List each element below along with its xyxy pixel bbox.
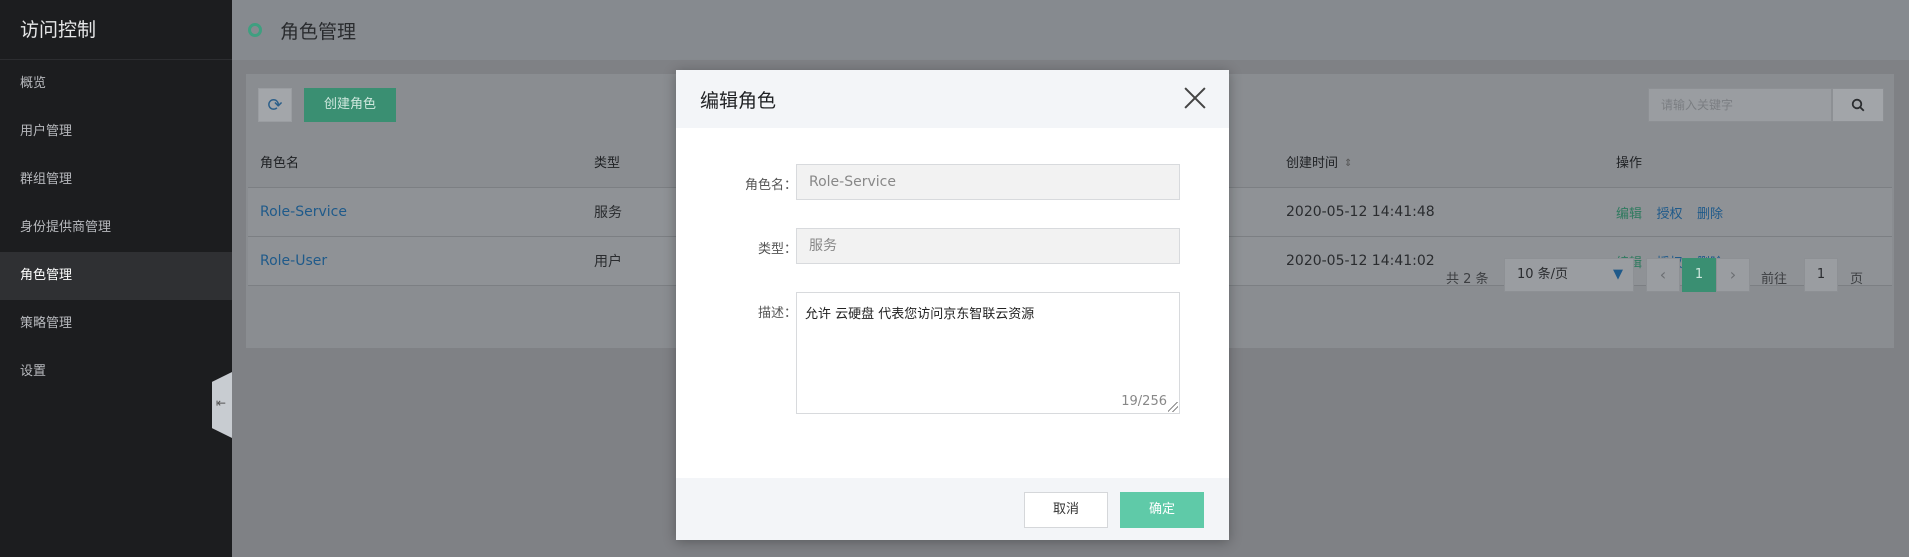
type-field: 服务 <box>796 228 1180 264</box>
cancel-button[interactable]: 取消 <box>1024 492 1108 528</box>
close-icon[interactable] <box>1183 86 1207 110</box>
sidebar-item-roles[interactable]: 角色管理 <box>0 252 232 300</box>
role-type: 服务 <box>594 205 622 221</box>
page-size-value: 10 条/页 <box>1517 267 1569 282</box>
refresh-button[interactable]: ⟳ <box>258 88 292 122</box>
row-actions: 编辑 授权 删除 <box>1616 203 1733 222</box>
role-name-link[interactable]: Role-Service <box>260 204 347 220</box>
edit-role-dialog: 编辑角色 角色名： Role-Service 类型： 服务 描述： 允许 云硬盘… <box>676 70 1229 540</box>
col-header-created-label: 创建时间 <box>1286 156 1339 171</box>
dialog-title: 编辑角色 <box>700 89 777 112</box>
page-title: 角色管理 <box>280 20 357 43</box>
role-name-label: 角色名： <box>744 178 797 193</box>
sidebar-item-policies[interactable]: 策略管理 <box>0 300 232 348</box>
type-label: 类型： <box>757 242 797 257</box>
header-dot-icon <box>248 23 262 37</box>
delete-link[interactable]: 删除 <box>1697 207 1723 222</box>
description-label: 描述： <box>757 306 797 321</box>
grant-link[interactable]: 授权 <box>1656 207 1682 222</box>
description-value: 允许 云硬盘 代表您访问京东智联云资源 <box>805 307 1035 322</box>
col-header-ops: 操作 <box>1616 156 1643 171</box>
sidebar-item-groups[interactable]: 群组管理 <box>0 156 232 204</box>
prev-page-button[interactable]: ‹ <box>1646 258 1680 292</box>
sidebar-item-users[interactable]: 用户管理 <box>0 108 232 156</box>
resize-handle[interactable] <box>1168 402 1178 412</box>
search-input[interactable]: 请输入关键字 <box>1648 88 1832 122</box>
create-role-button[interactable]: 创建角色 <box>304 88 396 122</box>
search-icon <box>1851 98 1865 112</box>
collapse-icon: ⇤ <box>216 396 227 410</box>
sidebar-item-identity-providers[interactable]: 身份提供商管理 <box>0 204 232 252</box>
col-header-type: 类型 <box>594 156 621 171</box>
sidebar: 访问控制 概览 用户管理 群组管理 身份提供商管理 角色管理 策略管理 设置 <box>0 0 232 557</box>
goto-page-input[interactable]: 1 <box>1804 258 1838 292</box>
sort-icon[interactable]: ⇕ <box>1344 158 1352 169</box>
page-size-select[interactable]: 10 条/页 ▼ <box>1504 258 1634 292</box>
next-page-button[interactable]: › <box>1716 258 1750 292</box>
refresh-icon: ⟳ <box>267 94 283 116</box>
page-number-button[interactable]: 1 <box>1682 258 1716 292</box>
chevron-left-icon: ‹ <box>1659 265 1667 284</box>
sidebar-collapse-toggle[interactable]: ⇤ <box>212 372 232 438</box>
sidebar-item-settings[interactable]: 设置 <box>0 348 232 396</box>
page-header: 角色管理 <box>232 0 1909 60</box>
page-unit-label: 页 <box>1850 272 1864 287</box>
search-button[interactable] <box>1832 88 1884 122</box>
role-name-field: Role-Service <box>796 164 1180 200</box>
app-title: 访问控制 <box>0 0 232 60</box>
col-header-created[interactable]: 创建时间 ⇕ <box>1286 152 1352 171</box>
edit-link[interactable]: 编辑 <box>1616 207 1642 222</box>
char-counter: 19/256 <box>1121 394 1167 409</box>
role-created: 2020-05-12 14:41:48 <box>1286 204 1435 220</box>
goto-label: 前往 <box>1761 272 1788 287</box>
dialog-header: 编辑角色 <box>676 70 1229 128</box>
total-count: 共 2 条 <box>1446 272 1489 287</box>
sidebar-item-overview[interactable]: 概览 <box>0 60 232 108</box>
caret-down-icon: ▼ <box>1613 267 1623 282</box>
description-textarea[interactable]: 允许 云硬盘 代表您访问京东智联云资源 19/256 <box>796 292 1180 414</box>
confirm-button[interactable]: 确定 <box>1120 492 1204 528</box>
chevron-right-icon: › <box>1729 265 1737 284</box>
col-header-name: 角色名 <box>260 156 300 171</box>
dialog-footer: 取消 确定 <box>676 478 1229 540</box>
